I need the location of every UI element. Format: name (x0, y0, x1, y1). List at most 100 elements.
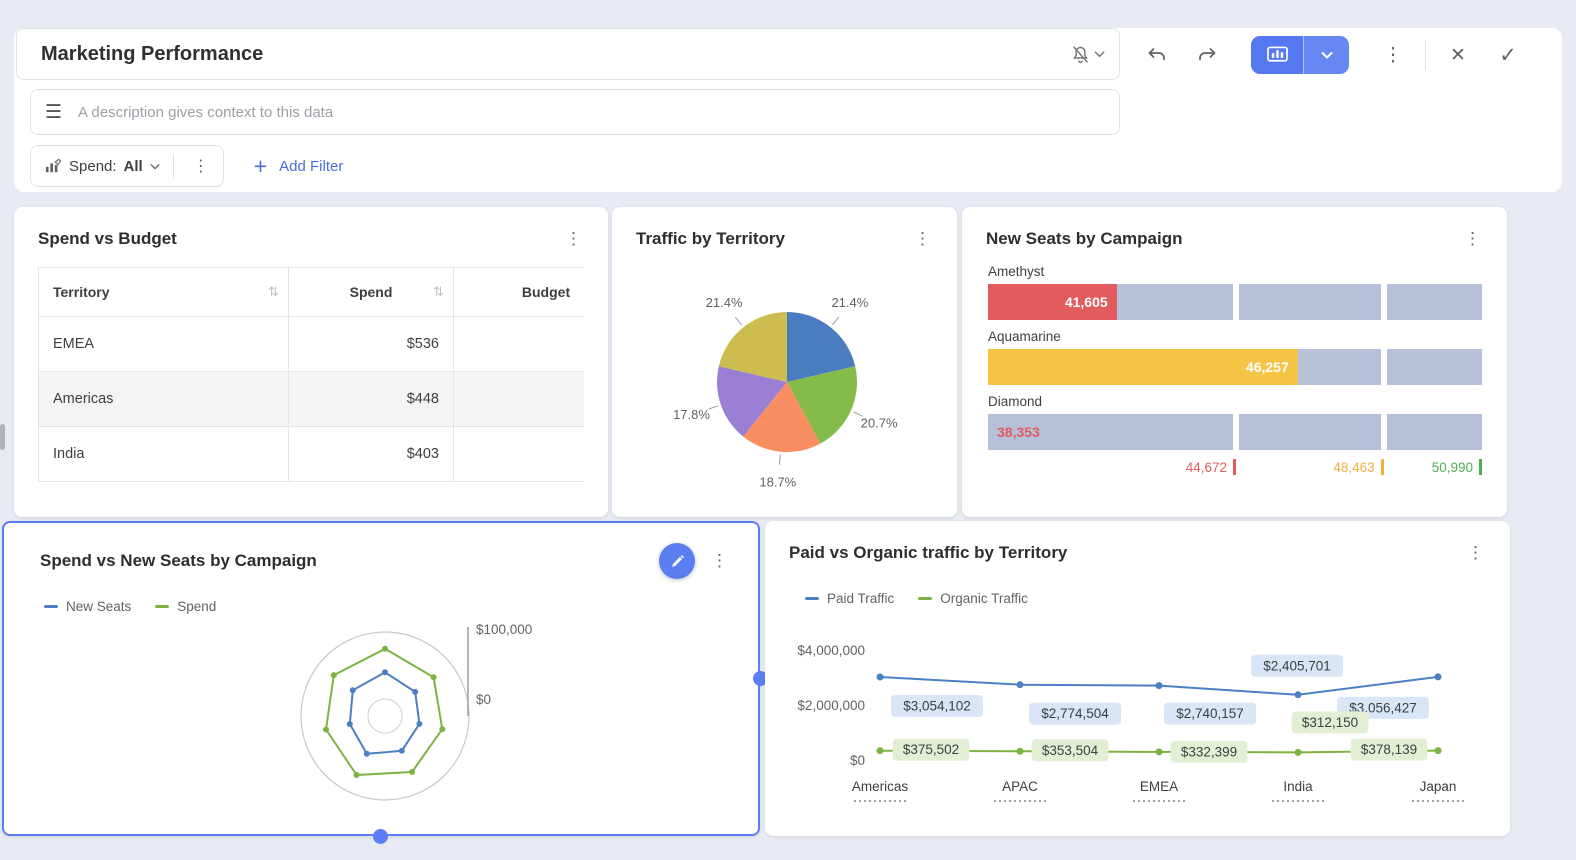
legend-label: Organic Traffic (940, 591, 1028, 606)
redo-button[interactable] (1189, 37, 1225, 73)
legend-item[interactable]: Spend (155, 599, 216, 614)
tile-menu-button[interactable]: ⋮ (1461, 541, 1490, 565)
table-row[interactable]: EMEA$536$3 (38, 316, 584, 372)
sort-icon[interactable]: ⇅ (433, 284, 444, 300)
tile-menu-button[interactable]: ⋮ (1458, 227, 1487, 251)
table-cell: $3 (453, 316, 584, 372)
notifications-off-icon[interactable] (1070, 44, 1091, 65)
svg-text:EMEA: EMEA (1140, 779, 1178, 794)
svg-text:$2,740,157: $2,740,157 (1176, 706, 1244, 721)
bullet-row: Diamond 38,353 (988, 394, 1482, 450)
svg-text:$2,405,701: $2,405,701 (1263, 658, 1331, 673)
column-header[interactable]: Budget⇅ (453, 267, 584, 317)
description-input[interactable]: ☰ A description gives context to this da… (30, 89, 1120, 135)
bullet-axis: 44,672 48,463 50,990 (988, 459, 1482, 481)
add-filter-label: Add Filter (279, 157, 344, 175)
visualization-split-button[interactable] (1251, 36, 1349, 74)
svg-text:APAC: APAC (1002, 779, 1038, 794)
tile-paid-vs-organic[interactable]: Paid vs Organic traffic by Territory ⋮ P… (765, 521, 1510, 836)
value-label: 41,605 (1064, 294, 1108, 310)
svg-text:Americas: Americas (852, 779, 909, 794)
legend-swatch (155, 605, 170, 608)
save-button[interactable]: ✓ (1490, 37, 1526, 73)
column-header[interactable]: Spend ⇅ (288, 267, 454, 317)
legend-item[interactable]: Paid Traffic (805, 591, 894, 606)
axis-label: 48,463 (1333, 459, 1384, 475)
bullet-track[interactable]: 46,257 (988, 349, 1482, 385)
bullet-row: Amethyst 41,605 (988, 264, 1482, 320)
dashboard-title[interactable]: Marketing Performance (41, 43, 1070, 66)
kebab-icon: ⋮ (1383, 44, 1403, 66)
table-row[interactable]: India$403$2 (38, 426, 584, 482)
tile-menu-button[interactable]: ⋮ (559, 227, 588, 251)
campaign-label: Aquamarine (988, 329, 1061, 344)
scrollbar-fragment[interactable] (0, 424, 5, 450)
table-cell: India (38, 426, 289, 482)
campaign-label: Amethyst (988, 264, 1045, 279)
svg-text:India: India (1283, 779, 1313, 794)
table-cell: EMEA (38, 316, 289, 372)
tile-spend-vs-budget[interactable]: Spend vs Budget ⋮ Territory ⇅ Spend ⇅ Budget… (14, 207, 608, 517)
table-cell: $448 (288, 371, 454, 427)
toolbar-divider (1425, 40, 1426, 70)
table-cell: $536 (288, 316, 454, 372)
column-header[interactable]: Territory ⇅ (38, 267, 289, 317)
budget-table-body: EMEA$536$3Americas$448$5India$403$2 (38, 316, 584, 482)
svg-text:17.8%: 17.8% (673, 407, 710, 422)
svg-text:21.4%: 21.4% (706, 295, 743, 310)
check-icon: ✓ (1499, 43, 1517, 67)
svg-text:$353,504: $353,504 (1042, 743, 1099, 758)
description-placeholder: A description gives context to this data (78, 103, 334, 121)
legend-item[interactable]: New Seats (44, 599, 131, 614)
value-bar[interactable]: 46,257 (988, 349, 1298, 385)
bullet-band (1386, 414, 1482, 450)
sort-icon[interactable]: ⇅ (268, 284, 279, 300)
svg-text:$2,774,504: $2,774,504 (1041, 706, 1109, 721)
filter-value[interactable]: All (124, 158, 143, 175)
add-filter-button[interactable]: + Add Filter (253, 152, 344, 179)
chevron-down-icon[interactable] (1094, 50, 1105, 58)
spend-filter-chip[interactable]: Spend: All ⋮ (30, 145, 224, 187)
filter-options-button[interactable]: ⋮ (187, 156, 215, 176)
tile-new-seats-by-campaign[interactable]: New Seats by Campaign ⋮ Amethyst 41,605 Aq… (962, 207, 1507, 517)
menu-icon[interactable]: ☰ (45, 101, 62, 124)
axis-label: 50,990 (1432, 459, 1482, 475)
legend-item[interactable]: Organic Traffic (918, 591, 1028, 606)
svg-text:21.4%: 21.4% (831, 295, 868, 310)
more-options-button[interactable]: ⋮ (1375, 37, 1411, 73)
budget-table: Territory⇅Spend⇅Budget⇅ EMEA$536$3Americ… (38, 267, 584, 482)
axis-label: 44,672 (1186, 459, 1237, 475)
legend-swatch (805, 597, 819, 600)
resize-handle-bottom[interactable] (373, 829, 388, 844)
bullet-track[interactable]: 38,353 (988, 414, 1482, 450)
legend-label: Spend (177, 599, 217, 614)
line-chart[interactable]: $4,000,000 $2,000,000 $0 $3,054,102 $2,774,5… (789, 633, 1489, 831)
value-bar[interactable]: 41,605 (988, 284, 1117, 320)
bullet-band (1239, 284, 1381, 320)
bullet-band (1386, 349, 1482, 385)
tile-menu-button[interactable]: ⋮ (705, 549, 734, 573)
close-button[interactable]: ✕ (1440, 37, 1476, 73)
svg-text:$2,000,000: $2,000,000 (797, 698, 865, 713)
pie-chart[interactable]: 21.4% 20.7% 18.7% 17.8% 21.4% (612, 247, 957, 509)
chart-view-button[interactable] (1251, 36, 1303, 74)
tile-spend-vs-new-seats[interactable]: Spend vs New Seats by Campaign ⋮ New Sea… (2, 521, 768, 844)
svg-text:20.7%: 20.7% (861, 416, 898, 431)
edit-tile-button[interactable] (659, 543, 695, 579)
chevron-down-icon[interactable] (1303, 36, 1349, 74)
budget-table-head-row: Territory⇅Spend⇅Budget⇅ (38, 267, 584, 317)
plus-icon: + (253, 152, 268, 179)
tile-title: New Seats by Campaign (986, 229, 1183, 248)
dashboard-title-input[interactable]: Marketing Performance (16, 28, 1120, 80)
chevron-down-icon[interactable] (150, 163, 160, 170)
svg-text:$375,502: $375,502 (903, 742, 959, 757)
legend-swatch (44, 605, 58, 608)
table-row[interactable]: Americas$448$5 (38, 371, 584, 427)
tile-traffic-by-territory[interactable]: Traffic by Territory ⋮ 21.4% 20.7% 18.7% 17… (612, 207, 957, 517)
bullet-track[interactable]: 41,605 (988, 284, 1482, 320)
tile-title: Spend vs New Seats by Campaign (40, 551, 317, 570)
table-cell: Americas (38, 371, 289, 427)
svg-text:$378,139: $378,139 (1361, 742, 1417, 757)
undo-button[interactable] (1139, 37, 1175, 73)
tile-title: Traffic by Territory (636, 229, 785, 248)
